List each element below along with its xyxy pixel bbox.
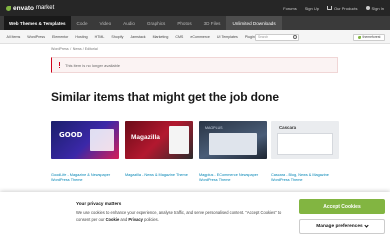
sign-up-link[interactable]: Sign Up	[305, 6, 319, 11]
subnav-cms[interactable]: CMS	[172, 35, 187, 39]
item-unavailable-notice: This item is no longer available	[51, 57, 338, 73]
breadcrumb-news-editorial[interactable]: News / Editorial	[73, 47, 98, 51]
thumbnail-mark: MAGPLUS	[205, 126, 223, 130]
similar-item[interactable]: GOOD GoodLife - Magazine & Newspaper Wor…	[51, 121, 119, 183]
item-title[interactable]: Magazilla - News & Magazine Theme	[125, 173, 193, 178]
similar-item[interactable]: MAGPLUS Magplus - ECommerce Newspaper Wo…	[199, 121, 267, 183]
thumbnail-mark: Magazilla	[131, 134, 160, 141]
subnav-ecommerce[interactable]: eCommerce	[187, 35, 214, 39]
item-title[interactable]: Magplus - ECommerce Newspaper WordPress …	[199, 173, 267, 183]
category-video[interactable]: Video	[94, 16, 118, 30]
search-icon[interactable]	[293, 35, 297, 40]
search-placeholder: Search	[258, 35, 269, 39]
our-products-link[interactable]: Our Products	[326, 5, 358, 11]
category-unlimited-downloads[interactable]: Unlimited Downloads	[226, 16, 282, 30]
breadcrumb-separator: /	[70, 47, 72, 51]
device-mockup	[90, 129, 114, 151]
item-thumbnail[interactable]: GOOD	[51, 121, 119, 159]
similar-item[interactable]: Cascara Cascara - Blog, News & Magazine …	[271, 121, 339, 183]
forums-link[interactable]: Forums	[283, 6, 297, 11]
themeforest-badge[interactable]: themeforest	[353, 33, 385, 41]
privacy-policy-link[interactable]: Privacy	[128, 217, 143, 222]
subnav-ui-templates[interactable]: UI Templates	[213, 35, 241, 39]
manage-preferences-label: Manage preferences	[316, 224, 363, 229]
cart-icon	[326, 6, 332, 10]
breadcrumb: WordPress / News / Editorial	[51, 47, 98, 51]
subnav-jamstack[interactable]: Jamstack	[127, 35, 149, 39]
subnav-elementor[interactable]: Elementor	[49, 35, 72, 39]
item-title[interactable]: GoodLife - Magazine & Newspaper WordPres…	[51, 173, 119, 183]
forums-label: Forums	[283, 5, 297, 11]
category-nav: Web Themes & Templates Code Video Audio …	[0, 16, 390, 30]
sign-in-link[interactable]: Sign In	[365, 5, 384, 11]
thumbnail-mark: Cascara	[279, 125, 297, 130]
search-input[interactable]: Search	[255, 33, 299, 41]
notice-text: This item is no longer available	[65, 62, 120, 68]
envato-logo[interactable]: envato market	[6, 5, 54, 12]
subnav-marketing[interactable]: Marketing	[149, 35, 172, 39]
subnav-wordpress[interactable]: WordPress	[24, 35, 49, 39]
category-3d-files[interactable]: 3D Files	[198, 16, 227, 30]
subnav-shopify[interactable]: Shopify	[108, 35, 127, 39]
sign-in-label: Sign In	[371, 5, 384, 11]
category-code[interactable]: Code	[71, 16, 94, 30]
alert-icon	[58, 62, 61, 68]
category-photos[interactable]: Photos	[171, 16, 197, 30]
user-icon	[365, 6, 370, 10]
similar-items-grid: GOOD GoodLife - Magazine & Newspaper Wor…	[51, 121, 339, 191]
item-thumbnail[interactable]: Magazilla	[125, 121, 193, 159]
category-audio[interactable]: Audio	[117, 16, 141, 30]
sub-nav: All Items WordPress Elementor Hosting HT…	[0, 30, 390, 44]
page-title: Similar items that might get the job don…	[51, 90, 279, 104]
cookie-policy-link[interactable]: Cookie	[106, 217, 120, 222]
thumbnail-mark: GOOD	[59, 131, 83, 139]
cookie-text-c: policies.	[142, 216, 159, 222]
envato-leaf-icon	[6, 5, 11, 11]
logo-market: market	[35, 5, 55, 11]
item-thumbnail[interactable]: MAGPLUS	[199, 121, 267, 159]
item-title[interactable]: Cascara - Blog, News & Magazine WordPres…	[271, 173, 339, 183]
logo-brand: envato	[13, 4, 34, 12]
item-thumbnail[interactable]: Cascara	[271, 121, 339, 159]
cookie-title: Your privacy matters	[76, 201, 122, 206]
top-links: Forums Sign Up Our Products Sign In	[283, 0, 384, 16]
cookie-text: We use cookies to enhance your experienc…	[76, 210, 284, 223]
chevron-down-icon	[364, 223, 369, 228]
category-graphics[interactable]: Graphics	[141, 16, 171, 30]
cookie-text-b: and	[119, 216, 129, 222]
subnav-all-items[interactable]: All Items	[3, 35, 24, 39]
subnav-hosting[interactable]: Hosting	[72, 35, 91, 39]
similar-item[interactable]: Magazilla Magazilla - News & Magazine Th…	[125, 121, 193, 178]
device-mockup	[209, 133, 257, 155]
manage-preferences-button[interactable]: Manage preferences	[299, 219, 385, 234]
our-products-label: Our Products	[333, 5, 358, 11]
subnav-html[interactable]: HTML	[91, 35, 108, 39]
accept-cookies-button[interactable]: Accept Cookies	[299, 199, 385, 214]
top-bar: envato market Forums Sign Up Our Product…	[0, 0, 390, 16]
device-mockup	[277, 133, 333, 155]
breadcrumb-wordpress[interactable]: WordPress	[51, 47, 69, 51]
sign-up-label: Sign Up	[304, 5, 319, 11]
category-web-themes[interactable]: Web Themes & Templates	[4, 16, 71, 30]
themeforest-label: themeforest	[362, 35, 381, 39]
device-mockup	[169, 126, 189, 154]
envato-leaf-icon	[357, 35, 361, 39]
